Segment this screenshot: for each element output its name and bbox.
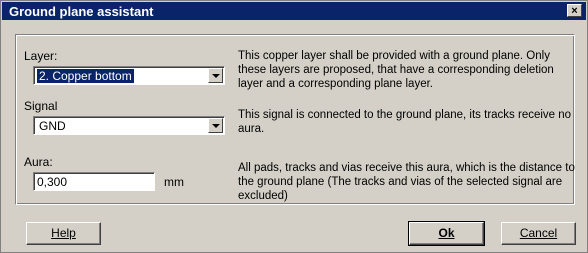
close-icon[interactable]: × <box>567 4 582 17</box>
aura-unit: mm <box>164 175 184 189</box>
ok-button[interactable]: Ok <box>408 221 485 246</box>
signal-description: This signal is connected to the ground p… <box>238 109 572 135</box>
signal-select-value: GND <box>39 119 66 133</box>
dialog-title: Ground plane assistant <box>9 4 154 19</box>
chevron-down-icon[interactable] <box>208 118 223 133</box>
title-bar[interactable]: Ground plane assistant × <box>2 2 586 20</box>
signal-label: Signal <box>24 99 58 113</box>
aura-label: Aura: <box>24 155 53 169</box>
settings-group: Layer: 2. Copper bottom This copper laye… <box>15 34 575 205</box>
layer-select-value: 2. Copper bottom <box>37 69 134 83</box>
help-button[interactable]: Help <box>26 222 101 245</box>
cancel-button[interactable]: Cancel <box>501 222 576 245</box>
aura-description: All pads, tracks and vias receive this a… <box>238 162 575 202</box>
layer-label: Layer: <box>24 49 58 63</box>
signal-select[interactable]: GND <box>33 116 225 135</box>
ground-plane-assistant-dialog: Ground plane assistant × Layer: 2. Coppe… <box>0 0 588 253</box>
layer-select[interactable]: 2. Copper bottom <box>33 66 225 85</box>
layer-description: This copper layer shall be provided with… <box>238 50 554 90</box>
chevron-down-icon[interactable] <box>208 68 223 83</box>
aura-input[interactable] <box>33 172 155 191</box>
